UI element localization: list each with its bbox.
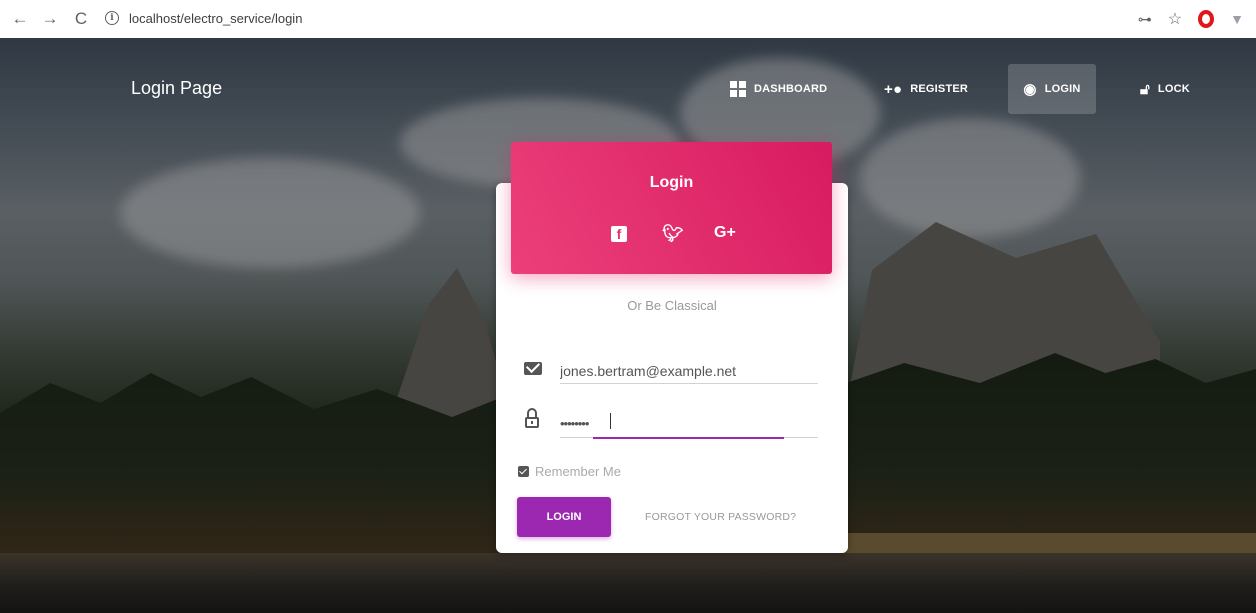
remember-me[interactable]: Remember Me <box>518 464 621 479</box>
fingerprint-icon: ◉ <box>1023 81 1037 98</box>
password-lock-icon <box>525 408 539 428</box>
bookmark-star-icon[interactable]: ☆ <box>1168 9 1182 29</box>
email-icon <box>524 362 542 375</box>
nav-register-label: REGISTER <box>910 83 969 95</box>
forgot-password-link[interactable]: FORGOT YOUR PASSWORD? <box>645 511 796 523</box>
login-button[interactable]: LOGIN <box>517 497 611 537</box>
dashboard-icon <box>730 81 746 97</box>
nav-login-label: LOGIN <box>1044 83 1081 95</box>
nav-dashboard-label: DASHBOARD <box>754 83 828 95</box>
browser-extensions: ⊶ ☆ ▼ <box>1138 0 1244 38</box>
forward-arrow-icon[interactable]: → <box>39 8 61 30</box>
remember-checkbox[interactable] <box>518 466 529 477</box>
nav-login[interactable]: ◉ LOGIN <box>1008 64 1096 114</box>
card-title: Login <box>649 174 694 191</box>
address-bar[interactable]: i localhost/electro_service/login <box>105 4 1105 32</box>
password-mask: •••••••• <box>560 416 589 431</box>
login-card-header: Login f 🐦︎ G+ <box>511 142 832 274</box>
divider-text: Or Be Classical <box>627 298 717 313</box>
remember-label: Remember Me <box>535 464 621 479</box>
url-text[interactable]: localhost/electro_service/login <box>129 11 302 26</box>
text-caret <box>610 413 611 429</box>
password-field[interactable] <box>560 412 818 438</box>
key-icon[interactable]: ⊶ <box>1138 11 1152 28</box>
nav-dashboard[interactable]: DASHBOARD <box>714 64 843 114</box>
google-plus-icon[interactable]: G+ <box>714 224 736 242</box>
lock-icon: 🔓︎ <box>1140 80 1150 98</box>
reload-icon[interactable]: C <box>70 8 92 30</box>
back-arrow-icon[interactable]: ← <box>9 8 31 30</box>
browser-toolbar: ← → C i localhost/electro_service/login … <box>0 0 1256 38</box>
info-icon[interactable]: i <box>105 11 119 25</box>
nav-lock[interactable]: 🔓︎ LOCK <box>1124 64 1206 114</box>
facebook-icon[interactable]: f <box>611 226 627 242</box>
email-field[interactable] <box>560 358 818 384</box>
password-focus-underline <box>593 437 784 439</box>
twitter-icon[interactable]: 🐦︎ <box>662 224 684 244</box>
nav-register[interactable]: +● REGISTER <box>868 64 984 114</box>
vpn-icon[interactable]: ▼ <box>1230 11 1244 27</box>
opera-icon[interactable] <box>1198 10 1215 28</box>
nav-lock-label: LOCK <box>1157 83 1190 95</box>
add-person-icon: +● <box>884 80 903 98</box>
brand-title[interactable]: Login Page <box>131 78 222 99</box>
